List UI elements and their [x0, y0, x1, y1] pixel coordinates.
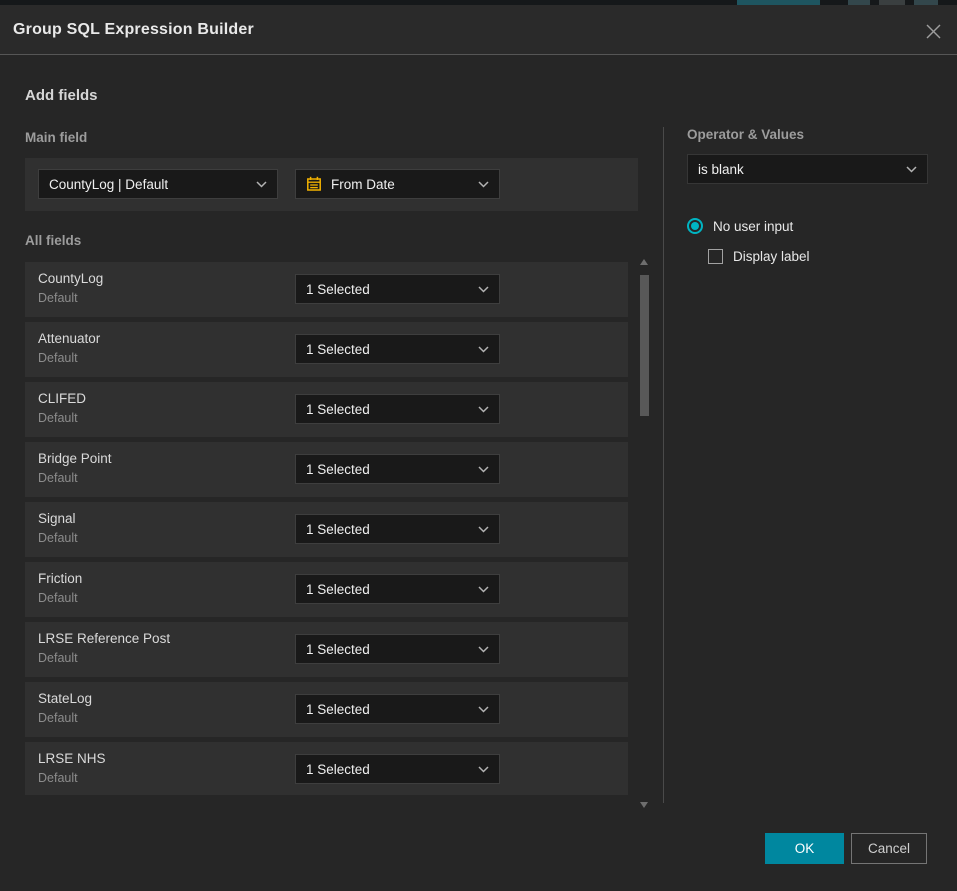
field-sublabel: Default [38, 771, 78, 785]
field-selected-value: 1 Selected [306, 402, 370, 417]
operator-values-heading: Operator & Values [687, 127, 928, 142]
radio-selected-icon [687, 218, 703, 234]
field-sublabel: Default [38, 531, 78, 545]
field-row-6: LRSE Reference Post Default 1 Selected [25, 622, 628, 677]
main-field-select-value: From Date [331, 177, 395, 192]
field-selected-dropdown[interactable]: 1 Selected [295, 274, 500, 304]
chevron-down-icon [906, 166, 917, 173]
field-selected-value: 1 Selected [306, 342, 370, 357]
field-selected-dropdown[interactable]: 1 Selected [295, 334, 500, 364]
main-field-panel: CountyLog | Default From Date [25, 158, 638, 211]
chevron-down-icon [478, 406, 489, 413]
operator-select-value: is blank [698, 162, 744, 177]
main-field-label: Main field [25, 130, 87, 145]
field-sublabel: Default [38, 471, 78, 485]
chevron-down-icon [478, 286, 489, 293]
field-name: Friction [38, 571, 82, 586]
field-selected-value: 1 Selected [306, 582, 370, 597]
field-row-1: Attenuator Default 1 Selected [25, 322, 628, 377]
field-selected-value: 1 Selected [306, 522, 370, 537]
field-name: LRSE NHS [38, 751, 106, 766]
all-fields-label: All fields [25, 233, 81, 248]
field-sublabel: Default [38, 291, 78, 305]
chevron-down-icon [478, 466, 489, 473]
operator-select[interactable]: is blank [687, 154, 928, 184]
checkbox-unchecked-icon [708, 249, 723, 264]
chevron-down-icon [256, 181, 267, 188]
field-sublabel: Default [38, 651, 78, 665]
field-sublabel: Default [38, 351, 78, 365]
scrollbar-up-arrow[interactable] [640, 259, 648, 265]
ok-button[interactable]: OK [765, 833, 844, 864]
field-row-7: StateLog Default 1 Selected [25, 682, 628, 737]
scrollbar-thumb[interactable] [640, 275, 649, 416]
field-selected-dropdown[interactable]: 1 Selected [295, 514, 500, 544]
field-name: Bridge Point [38, 451, 112, 466]
field-selected-dropdown[interactable]: 1 Selected [295, 454, 500, 484]
scrollbar [639, 253, 650, 810]
field-row-8: LRSE NHS Default 1 Selected [25, 742, 628, 795]
close-button[interactable] [921, 19, 945, 43]
dialog-titlebar: Group SQL Expression Builder [0, 5, 957, 55]
field-selected-dropdown[interactable]: 1 Selected [295, 394, 500, 424]
chevron-down-icon [478, 706, 489, 713]
display-label-checkbox[interactable]: Display label [708, 249, 928, 264]
field-selected-value: 1 Selected [306, 762, 370, 777]
field-selected-dropdown[interactable]: 1 Selected [295, 634, 500, 664]
chevron-down-icon [478, 646, 489, 653]
chevron-down-icon [478, 526, 489, 533]
field-selected-dropdown[interactable]: 1 Selected [295, 574, 500, 604]
field-selected-value: 1 Selected [306, 462, 370, 477]
field-name: LRSE Reference Post [38, 631, 170, 646]
close-icon [925, 23, 942, 40]
add-fields-heading: Add fields [25, 87, 98, 104]
no-user-input-label: No user input [713, 219, 793, 234]
field-name: CountyLog [38, 271, 103, 286]
field-sublabel: Default [38, 591, 78, 605]
chevron-down-icon [478, 586, 489, 593]
dialog-title: Group SQL Expression Builder [0, 21, 254, 39]
panel-divider [663, 127, 664, 803]
scrollbar-down-arrow[interactable] [640, 802, 648, 808]
field-name: CLIFED [38, 391, 86, 406]
field-row-5: Friction Default 1 Selected [25, 562, 628, 617]
all-fields-list: CountyLog Default 1 Selected Attenuator … [25, 262, 628, 795]
chevron-down-icon [478, 181, 489, 188]
field-name: Attenuator [38, 331, 100, 346]
main-layer-select-value: CountyLog | Default [49, 177, 168, 192]
field-row-2: CLIFED Default 1 Selected [25, 382, 628, 437]
field-name: StateLog [38, 691, 92, 706]
field-row-3: Bridge Point Default 1 Selected [25, 442, 628, 497]
operator-values-panel: Operator & Values is blank No user input… [687, 127, 928, 264]
field-selected-value: 1 Selected [306, 282, 370, 297]
field-sublabel: Default [38, 711, 78, 725]
field-row-4: Signal Default 1 Selected [25, 502, 628, 557]
display-label-label: Display label [733, 249, 810, 264]
dialog-footer: OK Cancel [765, 833, 927, 864]
main-layer-select[interactable]: CountyLog | Default [38, 169, 278, 199]
chevron-down-icon [478, 346, 489, 353]
no-user-input-radio[interactable]: No user input [687, 218, 928, 234]
field-selected-dropdown[interactable]: 1 Selected [295, 754, 500, 784]
cancel-button[interactable]: Cancel [851, 833, 927, 864]
field-row-0: CountyLog Default 1 Selected [25, 262, 628, 317]
field-name: Signal [38, 511, 76, 526]
chevron-down-icon [478, 766, 489, 773]
main-field-select[interactable]: From Date [295, 169, 500, 199]
field-sublabel: Default [38, 411, 78, 425]
field-selected-value: 1 Selected [306, 642, 370, 657]
field-selected-value: 1 Selected [306, 702, 370, 717]
calendar-date-icon [306, 176, 322, 192]
group-sql-expression-builder-dialog: Group SQL Expression Builder Add fields … [0, 5, 957, 891]
field-selected-dropdown[interactable]: 1 Selected [295, 694, 500, 724]
